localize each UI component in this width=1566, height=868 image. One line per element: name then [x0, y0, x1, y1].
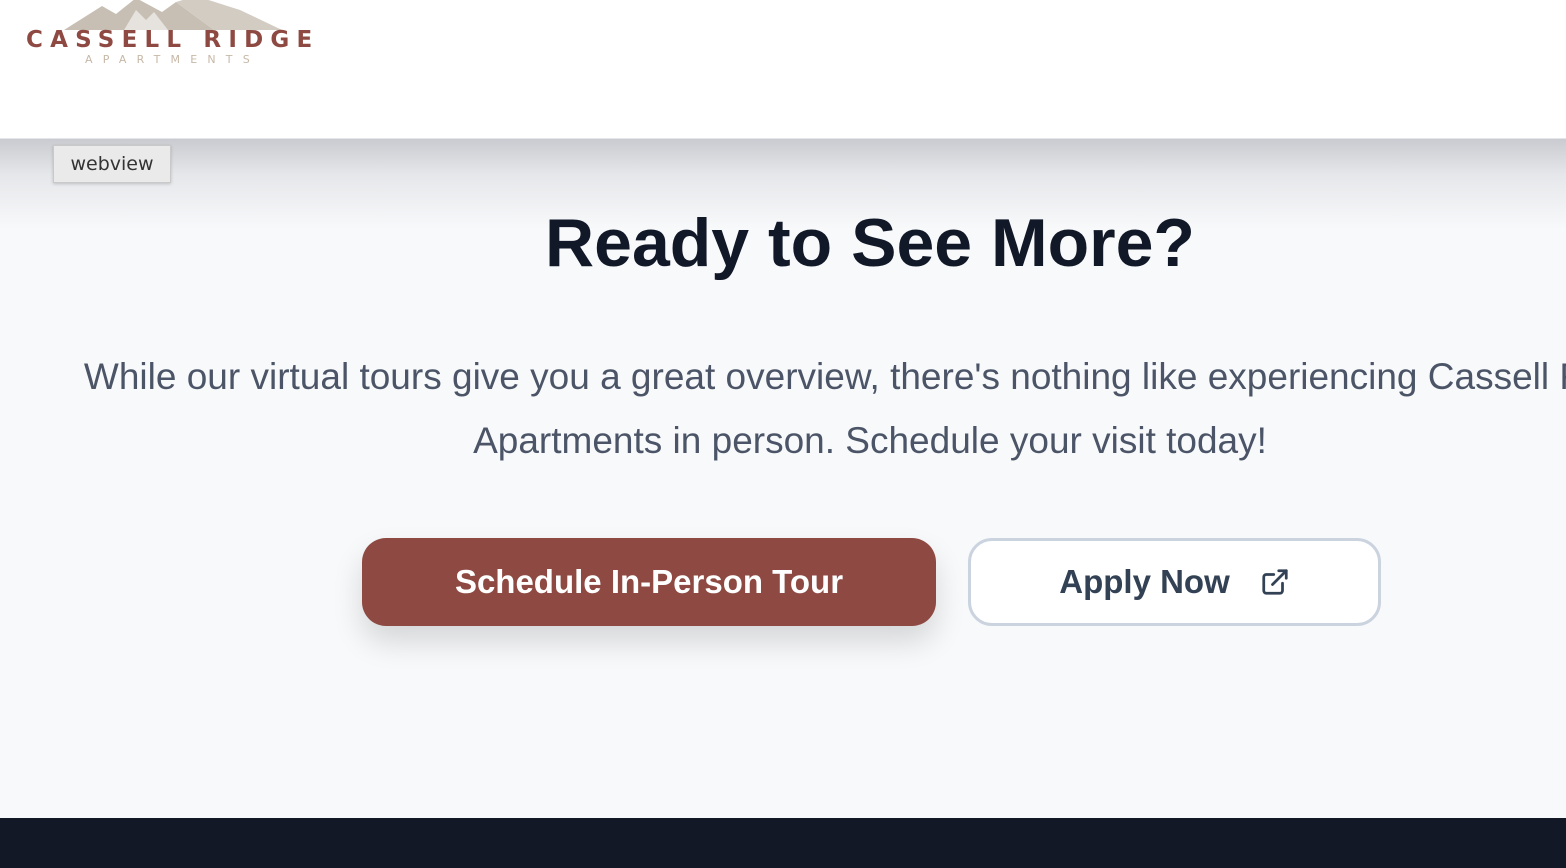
site-logo[interactable]: CASSELL RIDGE APARTMENTS — [26, 0, 326, 72]
cta-description-line-1: While our virtual tours give you a great… — [83, 356, 1566, 397]
schedule-tour-button[interactable]: Schedule In-Person Tour — [362, 538, 936, 626]
cta-heading: Ready to See More? — [545, 205, 1195, 281]
webview-label: webview — [53, 145, 171, 183]
apply-now-button[interactable]: Apply Now — [968, 538, 1381, 626]
cta-description: While our virtual tours give you a great… — [0, 345, 1566, 473]
cta-section: webview Ready to See More? While our vir… — [0, 139, 1566, 818]
schedule-tour-button-label: Schedule In-Person Tour — [454, 563, 844, 600]
site-footer — [0, 818, 1566, 868]
cta-description-line-2: Apartments in person. Schedule your visi… — [473, 420, 1267, 461]
mountain-logo-icon — [64, 0, 282, 30]
site-header: CASSELL RIDGE APARTMENTS — [0, 0, 1566, 139]
page: CASSELL RIDGE APARTMENTS webview Ready t… — [0, 0, 1566, 868]
external-link-icon — [1260, 567, 1290, 597]
logo-name: CASSELL RIDGE — [26, 27, 320, 53]
apply-now-button-label: Apply Now — [1059, 563, 1230, 600]
logo-subtitle: APARTMENTS — [85, 53, 260, 66]
